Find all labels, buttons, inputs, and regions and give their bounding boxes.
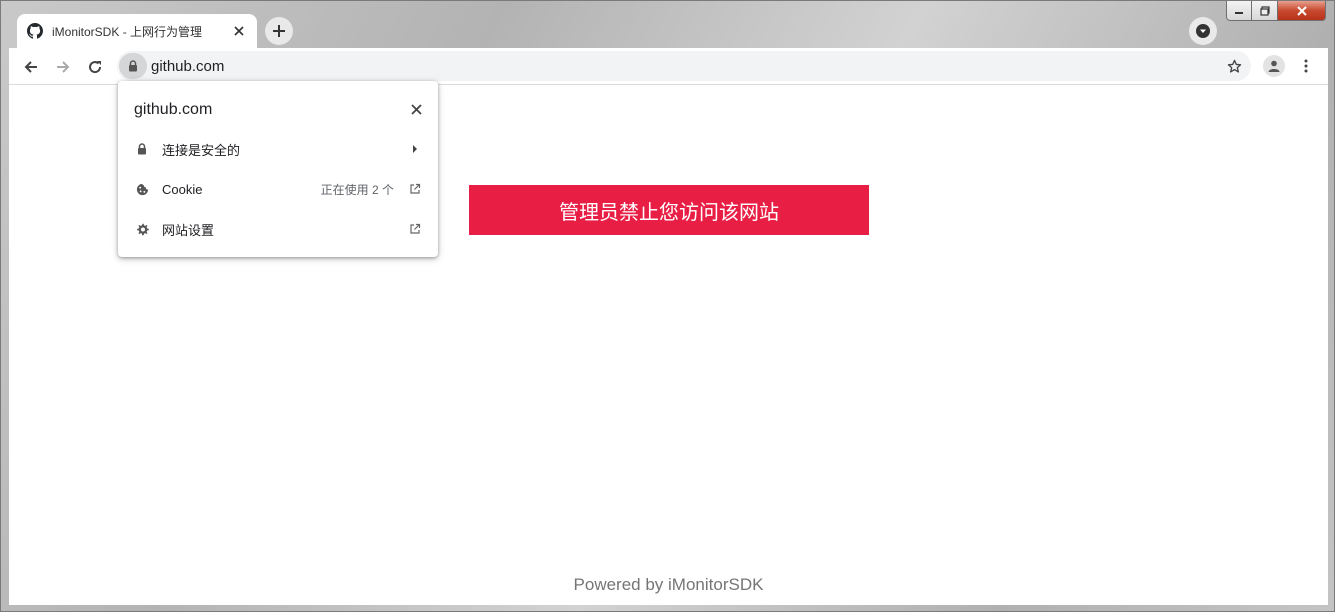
cookie-row[interactable]: Cookie 正在使用 2 个 — [118, 169, 438, 209]
arrow-left-icon — [24, 61, 37, 73]
minimize-icon — [1235, 11, 1243, 14]
browser-toolbar: github.com — [9, 48, 1328, 85]
site-info-popup: github.com 连接是安全的 Cookie 正在使用 2 个 网站设置 — [118, 81, 438, 257]
cookie-icon — [134, 181, 150, 197]
star-icon — [1227, 59, 1241, 73]
restore-icon — [1259, 5, 1270, 16]
minimize-button[interactable] — [1226, 1, 1252, 21]
popup-close-button[interactable] — [408, 101, 424, 117]
chevron-right-icon — [408, 142, 422, 156]
popup-title: github.com — [134, 101, 213, 118]
tab-search-button[interactable] — [1189, 17, 1217, 45]
site-settings-label: 网站设置 — [162, 222, 215, 238]
profile-button[interactable] — [1263, 55, 1285, 77]
chevron-down-circle-icon — [1196, 24, 1210, 38]
gear-icon — [134, 221, 150, 237]
browser-menu-button[interactable] — [1295, 55, 1317, 77]
cookie-label: Cookie — [162, 181, 203, 197]
tab-close-button[interactable] — [231, 23, 247, 39]
github-icon — [27, 23, 43, 39]
external-link-icon — [408, 222, 422, 236]
lock-icon — [129, 60, 137, 72]
connection-secure-label: 连接是安全的 — [162, 142, 241, 158]
bookmark-button[interactable] — [1223, 55, 1245, 77]
site-info-button[interactable] — [119, 53, 147, 79]
cookie-count: 正在使用 2 个 — [320, 182, 394, 197]
powered-by-footer: Powered by iMonitorSDK — [573, 575, 764, 594]
person-icon — [1268, 60, 1280, 72]
external-link-icon — [408, 182, 422, 196]
close-window-button[interactable] — [1278, 1, 1326, 21]
forward-button[interactable] — [51, 55, 75, 79]
close-icon — [410, 103, 422, 115]
connection-secure-row[interactable]: 连接是安全的 — [118, 129, 438, 169]
close-icon — [1296, 5, 1307, 16]
back-button[interactable] — [19, 55, 43, 79]
more-vertical-icon — [1304, 59, 1308, 73]
close-icon — [234, 26, 244, 36]
site-settings-row[interactable]: 网站设置 — [118, 209, 438, 249]
restore-button[interactable] — [1252, 1, 1278, 21]
browser-window: iMonitorSDK - 上网行为管理 github.com 管理员禁止您访问… — [0, 0, 1335, 612]
window-controls — [1226, 1, 1326, 21]
browser-tab[interactable]: iMonitorSDK - 上网行为管理 — [17, 14, 257, 48]
arrow-right-icon — [57, 61, 70, 73]
url-text[interactable]: github.com — [151, 58, 224, 75]
plus-icon — [273, 25, 285, 37]
tab-title: iMonitorSDK - 上网行为管理 — [52, 24, 203, 39]
address-bar[interactable]: github.com — [117, 51, 1251, 81]
reload-icon — [89, 61, 102, 74]
new-tab-button[interactable] — [265, 17, 293, 45]
lock-icon — [134, 141, 150, 157]
blocked-site-banner: 管理员禁止您访问该网站 — [469, 185, 869, 235]
reload-button[interactable] — [83, 55, 107, 79]
